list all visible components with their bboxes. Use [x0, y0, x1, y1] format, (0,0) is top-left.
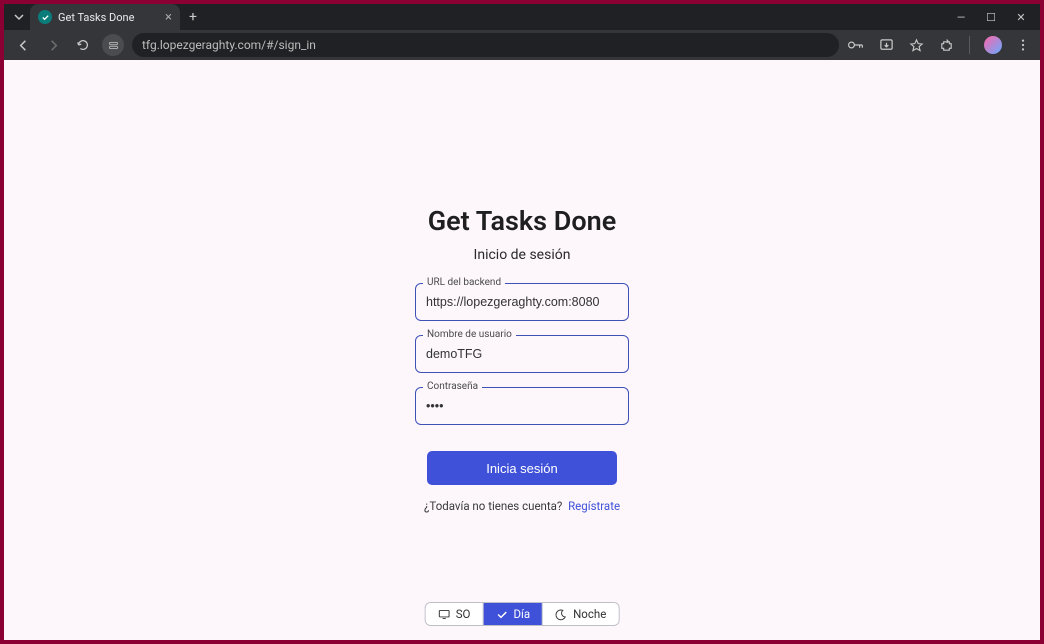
theme-night-button[interactable]: Noche	[543, 603, 618, 625]
password-key-icon[interactable]	[847, 36, 865, 54]
theme-switcher: SO Día Noche	[425, 602, 620, 626]
address-bar[interactable]: tfg.lopezgeraghty.com/#/sign_in	[132, 33, 839, 57]
tab-search-dropdown[interactable]	[10, 8, 28, 26]
theme-night-label: Noche	[573, 607, 606, 621]
password-label: Contraseña	[423, 381, 482, 392]
close-icon[interactable]: ×	[165, 10, 172, 25]
signup-link[interactable]: Regístrate	[568, 499, 620, 513]
extensions-icon[interactable]	[937, 36, 955, 54]
bookmark-star-icon[interactable]	[907, 36, 925, 54]
menu-icon[interactable]	[1014, 36, 1032, 54]
theme-day-button[interactable]: Día	[483, 603, 543, 625]
monitor-icon	[438, 608, 451, 621]
check-icon	[495, 608, 508, 621]
backend-url-input[interactable]	[415, 283, 629, 321]
browser-tab[interactable]: Get Tasks Done ×	[30, 4, 180, 30]
password-input[interactable]	[415, 387, 629, 425]
backend-url-label: URL del backend	[423, 277, 505, 288]
site-info-button[interactable]	[102, 34, 124, 56]
backend-url-field-wrapper: URL del backend	[415, 283, 629, 321]
close-window-button[interactable]: ✕	[1014, 11, 1028, 24]
moon-icon	[555, 608, 568, 621]
new-tab-button[interactable]: +	[182, 6, 204, 28]
theme-so-label: SO	[456, 607, 471, 621]
profile-avatar[interactable]	[984, 36, 1002, 54]
browser-toolbar: tfg.lopezgeraghty.com/#/sign_in	[4, 30, 1040, 60]
signup-prompt-row: ¿Todavía no tienes cuenta? Regístrate	[424, 499, 620, 513]
app-title: Get Tasks Done	[428, 205, 616, 237]
signup-prompt: ¿Todavía no tienes cuenta?	[424, 499, 562, 513]
theme-day-label: Día	[513, 607, 530, 621]
url-text: tfg.lopezgeraghty.com/#/sign_in	[142, 38, 316, 52]
tab-title: Get Tasks Done	[58, 11, 159, 24]
forward-button[interactable]	[42, 34, 64, 56]
install-app-icon[interactable]	[877, 36, 895, 54]
username-input[interactable]	[415, 335, 629, 373]
back-button[interactable]	[12, 34, 34, 56]
password-field-wrapper: Contraseña	[415, 387, 629, 425]
sign-in-button[interactable]: Inicia sesión	[427, 451, 617, 485]
page-content: Get Tasks Done Inicio de sesión URL del …	[4, 60, 1040, 640]
favicon-icon	[38, 10, 52, 24]
username-field-wrapper: Nombre de usuario	[415, 335, 629, 373]
username-label: Nombre de usuario	[423, 329, 516, 340]
maximize-button[interactable]: ☐	[984, 11, 998, 24]
browser-tab-bar: Get Tasks Done × + — ☐ ✕	[4, 4, 1040, 30]
page-subtitle: Inicio de sesión	[474, 247, 571, 263]
minimize-button[interactable]: —	[954, 11, 968, 24]
toolbar-divider	[969, 36, 970, 54]
window-controls: — ☐ ✕	[954, 11, 1040, 24]
reload-button[interactable]	[72, 34, 94, 56]
theme-so-button[interactable]: SO	[426, 603, 484, 625]
